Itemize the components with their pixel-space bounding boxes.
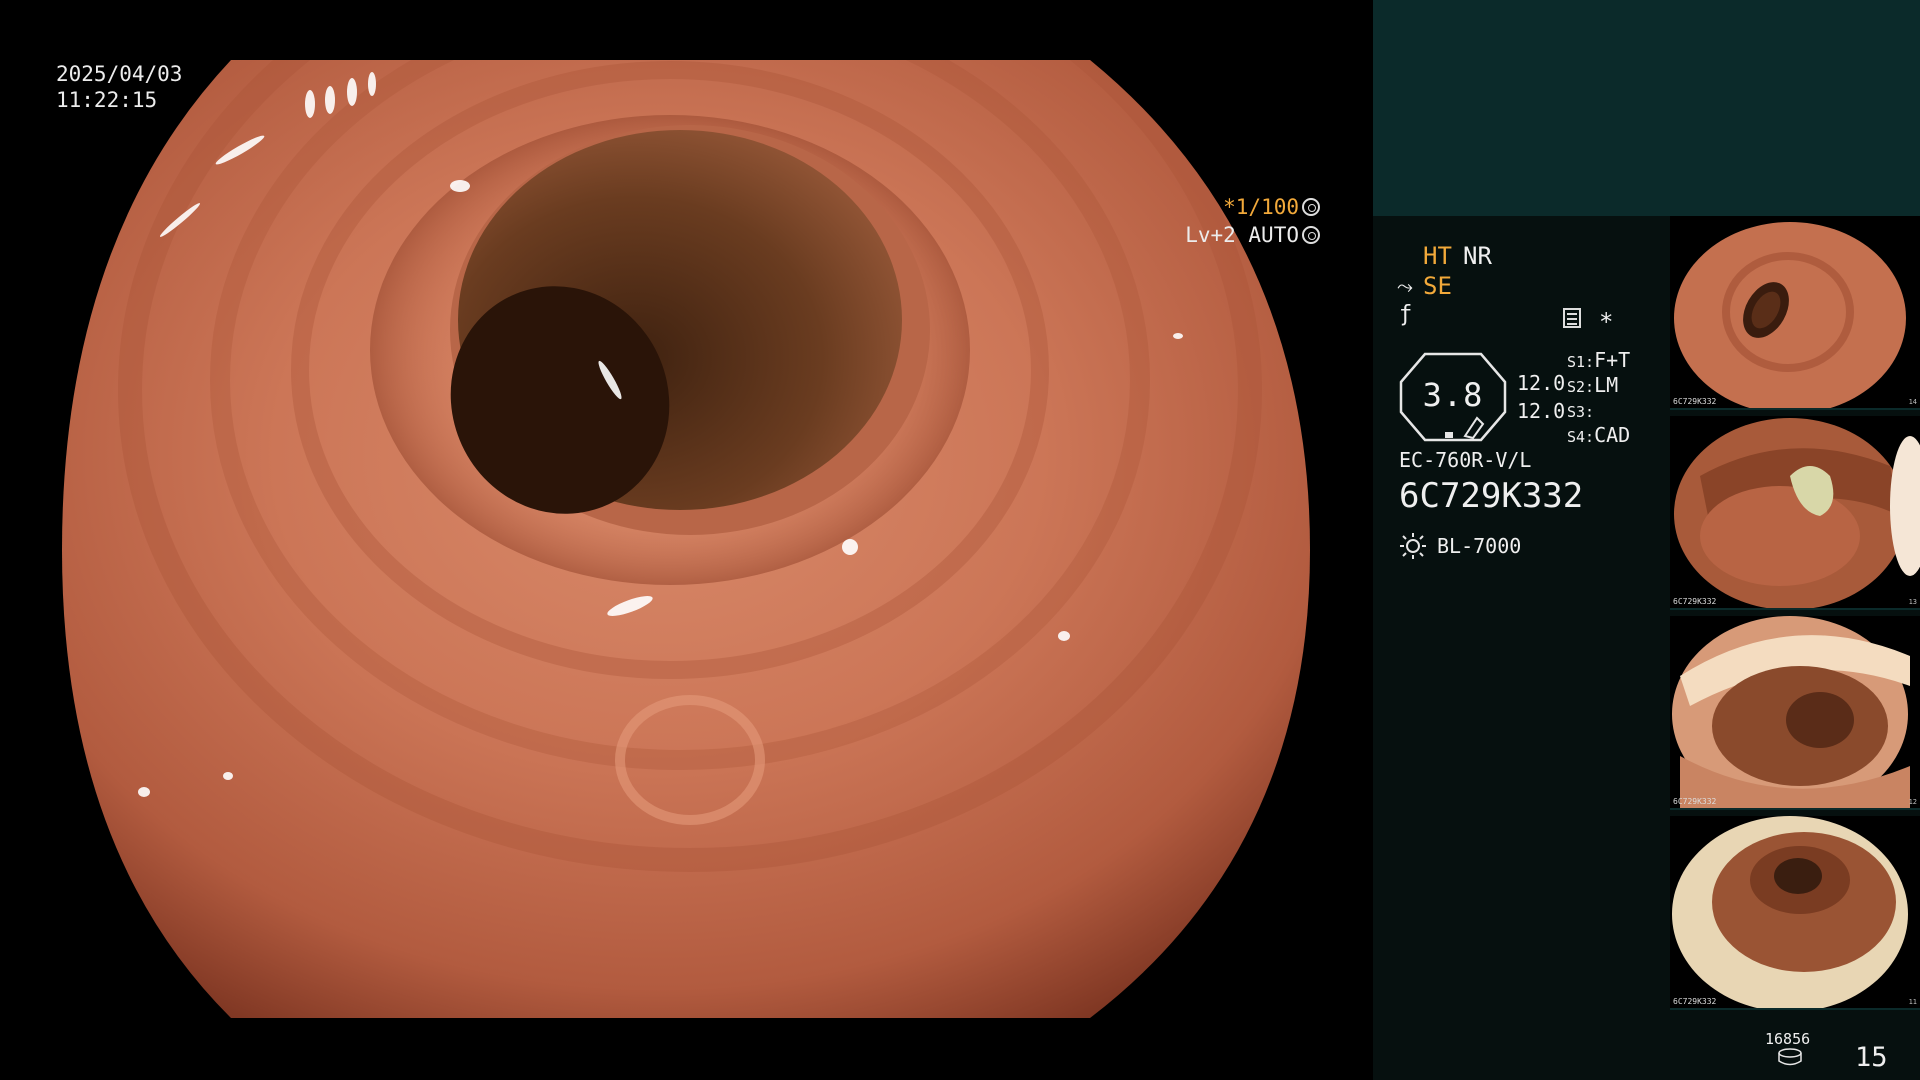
capture-thumbnails: 6C729K332 14 6C729K332 13 6C729K332 12 6…	[1670, 216, 1920, 1016]
thumbnail-4-id: 6C729K332	[1673, 997, 1717, 1006]
thumbnail-2-image	[1674, 418, 1920, 610]
exposure-row: Lv+2 AUTO	[1185, 223, 1320, 247]
thumbnail-4-image	[1672, 816, 1908, 1010]
switch-4: S4:CAD	[1567, 423, 1630, 447]
thumbnail-4[interactable]: 6C729K332 11	[1670, 816, 1920, 1010]
nr-label: NR	[1463, 242, 1492, 270]
capture-page: 15	[1855, 1042, 1888, 1073]
switch-1: S1:F+T	[1567, 348, 1630, 372]
switch-2-value: LM	[1594, 373, 1619, 397]
side-panel: HT NR ⤳ SE ƒ * 3.8 12.0 12.0 S1:F+T S2:L…	[1373, 0, 1920, 1080]
auto-exposure-icon	[1302, 226, 1320, 244]
ht-label: HT	[1423, 242, 1452, 270]
switch-2-label: S2:	[1567, 378, 1595, 396]
date: 2025/04/03	[56, 62, 183, 86]
datetime: 2025/04/03 11:22:15	[56, 62, 182, 114]
frequency-icon: ƒ	[1399, 302, 1413, 327]
thumbnail-1-number: 14	[1908, 398, 1917, 406]
endoscope-image	[62, 60, 1310, 1018]
switch-4-label: S4:	[1567, 428, 1595, 446]
thumbnail-3-id: 6C729K332	[1673, 797, 1717, 806]
thumbnail-2[interactable]: 6C729K332 13	[1670, 416, 1920, 610]
thumbnail-2-number: 13	[1908, 598, 1917, 606]
switch-3: S3:	[1567, 398, 1594, 422]
endoscope-view: 2025/04/03 11:22:15 *1/100 Lv+2 AUTO	[0, 0, 1372, 1080]
zoom-value: 3.8	[1422, 376, 1484, 414]
structure-enhance-icon: ⤳	[1397, 274, 1413, 298]
aperture-icon	[1302, 198, 1320, 216]
value-1: 12.0	[1517, 371, 1566, 395]
exposure-level: Lv+2 AUTO	[1185, 223, 1299, 247]
device-info: HT NR ⤳ SE ƒ * 3.8 12.0 12.0 S1:F+T S2:L…	[1373, 216, 1670, 1080]
switch-3-label: S3:	[1567, 403, 1595, 421]
thumbnail-3-number: 12	[1908, 798, 1917, 806]
capture-total: 16856	[1765, 1030, 1811, 1048]
side-panel-header	[1373, 0, 1920, 216]
switch-1-label: S1:	[1567, 353, 1595, 371]
switch-1-value: F+T	[1594, 348, 1631, 372]
switch-4-value: CAD	[1594, 423, 1631, 447]
light-source: BL-7000	[1437, 534, 1522, 558]
lamp-icon	[1400, 533, 1426, 559]
se-label: SE	[1423, 272, 1452, 300]
star-icon: *	[1599, 308, 1614, 336]
value-2: 12.0	[1517, 399, 1566, 423]
thumbnail-1-id: 6C729K332	[1673, 397, 1717, 406]
menu-icon	[1563, 308, 1581, 328]
thumbnail-3-image	[1672, 616, 1910, 810]
time: 11:22:15	[56, 88, 158, 112]
scope-serial: 6C729K332	[1399, 476, 1584, 516]
thumbnail-4-number: 11	[1908, 998, 1917, 1006]
storage-icon	[1778, 1048, 1802, 1066]
thumbnail-2-id: 6C729K332	[1673, 597, 1717, 606]
shutter-speed: *1/100	[1223, 195, 1299, 219]
thumbnail-3[interactable]: 6C729K332 12	[1670, 616, 1920, 810]
shutter-row: *1/100	[1223, 195, 1320, 219]
switch-2: S2:LM	[1567, 373, 1618, 397]
scope-model: EC-760R-V/L	[1399, 448, 1532, 472]
thumbnail-1-image	[1674, 222, 1906, 410]
thumbnail-1[interactable]: 6C729K332 14	[1670, 216, 1920, 410]
